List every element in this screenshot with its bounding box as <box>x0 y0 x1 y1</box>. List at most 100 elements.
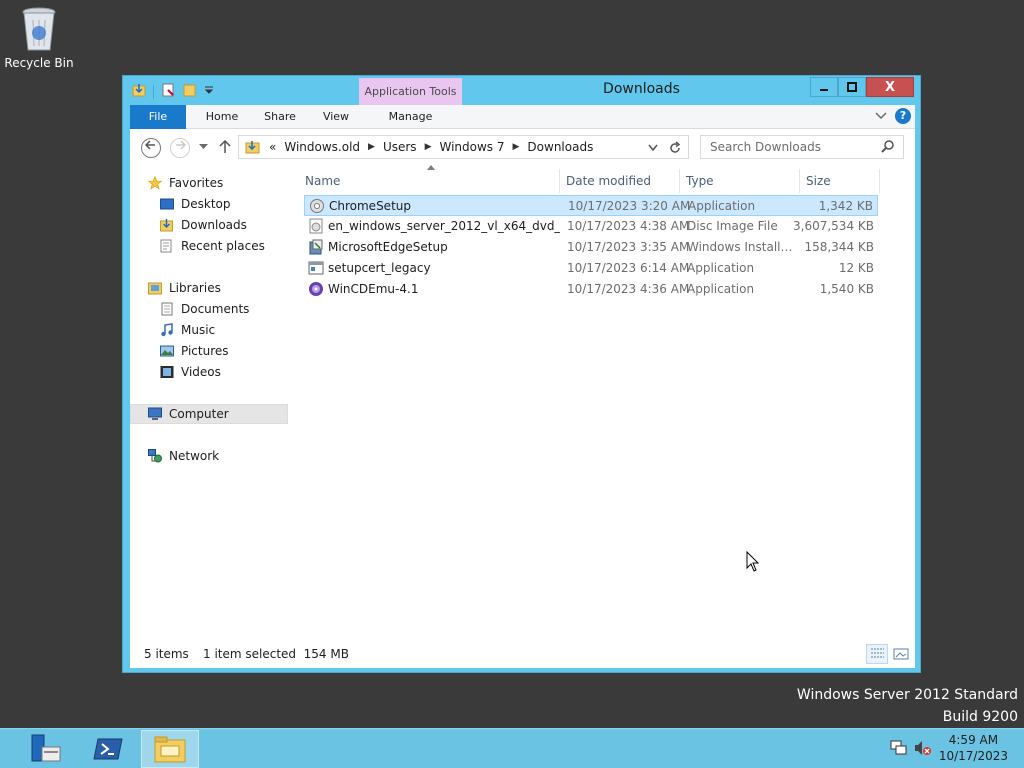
chevron-right-icon[interactable]: ▶ <box>368 142 375 152</box>
file-row-wincdemu[interactable]: WinCDEmu-4.1 10/17/2023 4:36 AM Applicat… <box>304 279 878 300</box>
address-row: « Windows.old ▶ Users ▶ Windows 7 ▶ Down… <box>130 129 915 165</box>
address-dropdown-icon[interactable] <box>648 144 658 152</box>
details-view-button[interactable] <box>866 644 888 664</box>
videos-icon <box>160 366 174 378</box>
nav-computer[interactable]: Computer <box>130 404 288 424</box>
file-date: 10/17/2023 4:38 AM <box>567 219 690 233</box>
up-arrow-icon[interactable] <box>219 140 231 154</box>
breadcrumb-overflow[interactable]: « <box>269 140 276 154</box>
nav-desktop[interactable]: Desktop <box>130 194 288 214</box>
nav-libraries[interactable]: Libraries <box>130 278 288 298</box>
back-arrow-icon <box>144 140 155 150</box>
chevron-right-icon[interactable]: ▶ <box>425 142 432 152</box>
nav-recent-places[interactable]: Recent places <box>130 236 288 256</box>
mouse-cursor-icon <box>746 551 760 572</box>
recent-locations-icon[interactable] <box>199 144 208 150</box>
nav-videos[interactable]: Videos <box>130 362 288 382</box>
title-bar[interactable]: Application Tools Downloads X <box>123 76 920 106</box>
explorer-window: Application Tools Downloads X File Home … <box>122 75 921 673</box>
close-button[interactable]: X <box>866 77 914 97</box>
recycle-bin[interactable]: Recycle Bin <box>4 6 74 70</box>
file-row-iso[interactable]: en_windows_server_2012_vl_x64_dvd_917...… <box>304 216 878 237</box>
recent-places-icon <box>160 239 172 253</box>
nav-music-label: Music <box>181 323 216 337</box>
desktop-icon <box>160 198 174 210</box>
nav-videos-label: Videos <box>181 365 221 379</box>
chrome-setup-icon <box>310 199 324 213</box>
minimize-button[interactable] <box>810 77 838 97</box>
nav-favorites[interactable]: Favorites <box>130 173 288 193</box>
powershell-icon <box>93 738 123 760</box>
column-header-date[interactable]: Date modified <box>560 169 680 193</box>
address-bar[interactable]: « Windows.old ▶ Users ▶ Windows 7 ▶ Down… <box>238 135 689 159</box>
tab-share[interactable]: Share <box>252 105 308 129</box>
tab-manage[interactable]: Manage <box>359 105 462 129</box>
file-name: setupcert_legacy <box>328 261 431 275</box>
nav-documents[interactable]: Documents <box>130 299 288 319</box>
breadcrumb-windows7[interactable]: Windows 7 <box>439 140 504 154</box>
nav-pictures[interactable]: Pictures <box>130 341 288 361</box>
nav-network[interactable]: Network <box>130 446 288 466</box>
file-name: WinCDEmu-4.1 <box>328 282 419 296</box>
minimize-icon <box>820 89 828 91</box>
installer-icon <box>309 239 323 255</box>
search-icon[interactable] <box>881 139 895 156</box>
forward-button[interactable] <box>170 138 190 158</box>
chevron-right-icon[interactable]: ▶ <box>513 142 520 152</box>
nav-desktop-label: Desktop <box>181 197 231 211</box>
navigation-pane: Favorites Desktop Downloads Recent place… <box>130 165 290 639</box>
nav-music[interactable]: Music <box>130 320 288 340</box>
nav-recent-label: Recent places <box>181 239 265 253</box>
back-button[interactable] <box>141 138 161 158</box>
breadcrumb-downloads[interactable]: Downloads <box>527 140 593 154</box>
taskbar: 4:59 AM 10/17/2023 <box>0 728 1024 768</box>
file-size: 3,607,534 KB <box>793 219 874 233</box>
file-row-chromesetup[interactable]: ChromeSetup 10/17/2023 3:20 AM Applicati… <box>304 195 878 216</box>
column-header-size[interactable]: Size <box>800 169 880 193</box>
file-size: 1,342 KB <box>818 199 873 213</box>
breadcrumb: « Windows.old ▶ Users ▶ Windows 7 ▶ Down… <box>245 140 593 154</box>
libraries-icon <box>148 282 162 295</box>
nav-downloads[interactable]: Downloads <box>130 215 288 235</box>
nav-computer-label: Computer <box>169 407 229 421</box>
volume-muted-icon[interactable] <box>914 740 932 756</box>
search-placeholder: Search Downloads <box>710 140 821 154</box>
forward-arrow-icon <box>176 140 187 150</box>
maximize-button[interactable] <box>838 77 866 97</box>
recycle-bin-label: Recycle Bin <box>4 56 74 70</box>
breadcrumb-users[interactable]: Users <box>383 140 417 154</box>
file-size: 158,344 KB <box>804 240 874 254</box>
refresh-icon[interactable] <box>668 141 682 155</box>
breadcrumb-windows-old[interactable]: Windows.old <box>284 140 360 154</box>
taskbar-file-explorer[interactable] <box>141 730 199 768</box>
file-row-edgesetup[interactable]: MicrosoftEdgeSetup 10/17/2023 3:35 AM Wi… <box>304 237 878 258</box>
file-row-setupcert[interactable]: setupcert_legacy 10/17/2023 6:14 AM Appl… <box>304 258 878 279</box>
taskbar-server-manager[interactable] <box>17 730 75 768</box>
file-type: Application <box>687 282 755 296</box>
star-icon <box>148 176 162 190</box>
expand-ribbon-icon[interactable] <box>875 111 887 121</box>
large-icons-view-button[interactable] <box>890 644 912 664</box>
details-view-icon <box>871 648 884 658</box>
help-button[interactable]: ? <box>895 108 911 124</box>
nav-documents-label: Documents <box>181 302 250 316</box>
network-status-icon[interactable] <box>890 740 908 756</box>
nav-favorites-label: Favorites <box>169 176 224 190</box>
nav-libraries-label: Libraries <box>169 281 221 295</box>
network-icon <box>148 449 162 463</box>
column-header-type[interactable]: Type <box>680 169 800 193</box>
column-header-name[interactable]: Name <box>299 169 560 193</box>
tab-file[interactable]: File <box>130 105 186 129</box>
clock[interactable]: 4:59 AM 10/17/2023 <box>939 732 1008 764</box>
file-size: 1,540 KB <box>819 282 874 296</box>
wincdemu-icon <box>309 282 323 296</box>
window-title: Downloads <box>603 81 680 97</box>
taskbar-powershell[interactable] <box>79 730 137 768</box>
explorer-body: Favorites Desktop Downloads Recent place… <box>130 165 915 639</box>
tab-view[interactable]: View <box>308 105 364 129</box>
file-type: Disc Image File <box>687 219 778 233</box>
search-field[interactable]: Search Downloads <box>700 135 904 159</box>
app-window-icon <box>308 261 324 275</box>
tab-home[interactable]: Home <box>194 105 250 129</box>
file-name: ChromeSetup <box>329 199 411 213</box>
